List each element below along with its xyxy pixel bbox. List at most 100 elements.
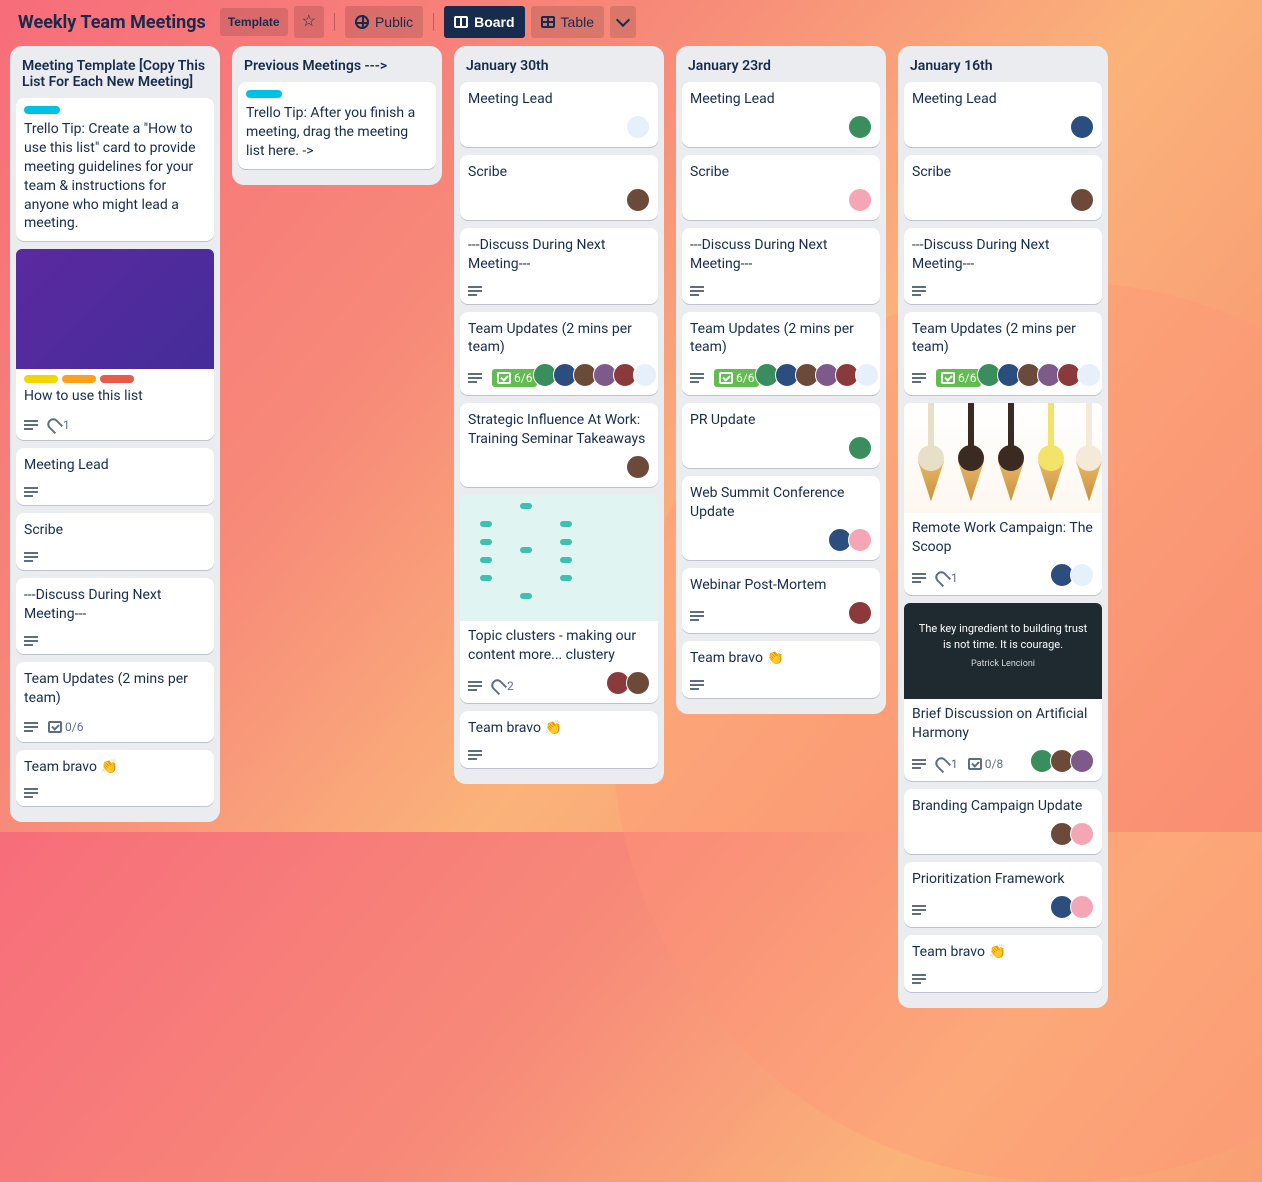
card-title: Webinar Post-Mortem (690, 576, 872, 595)
view-table-button[interactable]: Table (531, 6, 604, 38)
card-badges (24, 636, 38, 646)
avatar[interactable] (848, 188, 872, 212)
card[interactable]: Meeting Lead (16, 448, 214, 505)
card[interactable]: ---Discuss During Next Meeting--- (904, 228, 1102, 304)
card[interactable]: Remote Work Campaign: The Scoop1 (904, 403, 1102, 595)
avatar[interactable] (855, 363, 879, 387)
avatar[interactable] (848, 436, 872, 460)
card-members (852, 115, 872, 139)
list-title[interactable]: Previous Meetings ---> (238, 48, 436, 82)
table-icon (541, 16, 555, 28)
list-title[interactable]: Meeting Template [Copy This List For Eac… (16, 48, 214, 98)
avatar[interactable] (1070, 822, 1094, 846)
card-footer (690, 674, 872, 690)
card[interactable]: Scribe (904, 155, 1102, 220)
card[interactable]: Team bravo 👏 (904, 935, 1102, 992)
avatar[interactable] (1070, 749, 1094, 773)
card[interactable]: Scribe (682, 155, 880, 220)
avatar[interactable] (1070, 188, 1094, 212)
card-title: Team Updates (2 mins per team) (912, 320, 1094, 358)
views-more-button[interactable] (610, 6, 636, 38)
card[interactable]: Scribe (460, 155, 658, 220)
card[interactable]: Trello Tip: Create a "How to use this li… (16, 98, 214, 241)
checklist-badge: 0/6 (48, 720, 83, 734)
card-cover (16, 249, 214, 369)
card-title: Team bravo 👏 (468, 719, 650, 738)
card-badges: 1 0/8 (912, 757, 1003, 771)
card[interactable]: Team bravo 👏 (682, 641, 880, 698)
card-title: Meeting Lead (468, 90, 650, 109)
separator (334, 13, 335, 31)
view-board-button[interactable]: Board (444, 6, 524, 38)
description-icon (912, 373, 926, 383)
list-title[interactable]: January 16th (904, 48, 1102, 82)
template-badge[interactable]: Template (220, 8, 288, 36)
avatar[interactable] (1070, 115, 1094, 139)
card[interactable]: Meeting Lead (682, 82, 880, 147)
avatar[interactable] (626, 671, 650, 695)
card-members (1034, 749, 1094, 773)
card-footer (912, 968, 1094, 984)
avatar[interactable] (626, 115, 650, 139)
avatar[interactable] (848, 115, 872, 139)
avatar[interactable] (848, 528, 872, 552)
star-button[interactable]: ☆ (294, 6, 324, 38)
card-footer: 0/6 (24, 714, 206, 734)
list-title[interactable]: January 30th (460, 48, 658, 82)
card[interactable]: How to use this list1 (16, 249, 214, 440)
list: Meeting Template [Copy This List For Eac… (10, 46, 220, 822)
card[interactable]: Prioritization Framework (904, 862, 1102, 927)
card[interactable]: Team Updates (2 mins per team) 6/6 (904, 312, 1102, 396)
card[interactable]: Team Updates (2 mins per team) 0/6 (16, 662, 214, 742)
card[interactable]: ---Discuss During Next Meeting--- (682, 228, 880, 304)
card-members (759, 363, 879, 387)
label-chip[interactable] (100, 375, 134, 383)
card[interactable]: Scribe (16, 513, 214, 570)
card-footer: 6/6 (690, 363, 872, 387)
card[interactable]: Meeting Lead (460, 82, 658, 147)
card-title: Remote Work Campaign: The Scoop (912, 519, 1094, 557)
label-chip[interactable] (62, 375, 96, 383)
description-icon (912, 573, 926, 583)
avatar[interactable] (848, 601, 872, 625)
checklist-badge: 6/6 (936, 369, 981, 387)
board-header: Weekly Team Meetings Template ☆ Public B… (0, 0, 1262, 46)
avatar[interactable] (1070, 895, 1094, 919)
card-footer (912, 822, 1094, 846)
board-title[interactable]: Weekly Team Meetings (10, 8, 214, 37)
card[interactable]: Team bravo 👏 (16, 750, 214, 807)
card[interactable]: Trello Tip: After you finish a meeting, … (238, 82, 436, 169)
board-canvas[interactable]: Meeting Template [Copy This List For Eac… (0, 46, 1262, 1018)
card[interactable]: The key ingredient to building trust is … (904, 603, 1102, 781)
card[interactable]: PR Update (682, 403, 880, 468)
list-title[interactable]: January 23rd (682, 48, 880, 82)
visibility-button[interactable]: Public (345, 6, 423, 38)
description-icon (468, 286, 482, 296)
avatar[interactable] (626, 455, 650, 479)
card-badges (690, 611, 704, 621)
card[interactable]: Team Updates (2 mins per team) 6/6 (682, 312, 880, 396)
card[interactable]: ---Discuss During Next Meeting--- (460, 228, 658, 304)
card-cover (460, 495, 658, 621)
avatar[interactable] (1077, 363, 1101, 387)
label-chip[interactable] (24, 375, 58, 383)
card[interactable]: Meeting Lead (904, 82, 1102, 147)
card[interactable]: ---Discuss During Next Meeting--- (16, 578, 214, 654)
card[interactable]: Team Updates (2 mins per team) 6/6 (460, 312, 658, 396)
card-footer (468, 188, 650, 212)
card-members (852, 188, 872, 212)
card-title: Team bravo 👏 (24, 758, 206, 777)
avatar[interactable] (1070, 563, 1094, 587)
card[interactable]: Web Summit Conference Update (682, 476, 880, 560)
list: January 23rdMeeting Lead Scribe ---Discuss… (676, 46, 886, 714)
card[interactable]: Strategic Influence At Work: Training Se… (460, 403, 658, 487)
card-footer (690, 528, 872, 552)
card[interactable]: Team bravo 👏 (460, 711, 658, 768)
card[interactable]: Branding Campaign Update (904, 789, 1102, 854)
card[interactable]: Topic clusters - making our content more… (460, 495, 658, 703)
card-footer: 1 (24, 412, 206, 432)
card[interactable]: Webinar Post-Mortem (682, 568, 880, 633)
card-title: Team Updates (2 mins per team) (24, 670, 206, 708)
avatar[interactable] (633, 363, 657, 387)
avatar[interactable] (626, 188, 650, 212)
